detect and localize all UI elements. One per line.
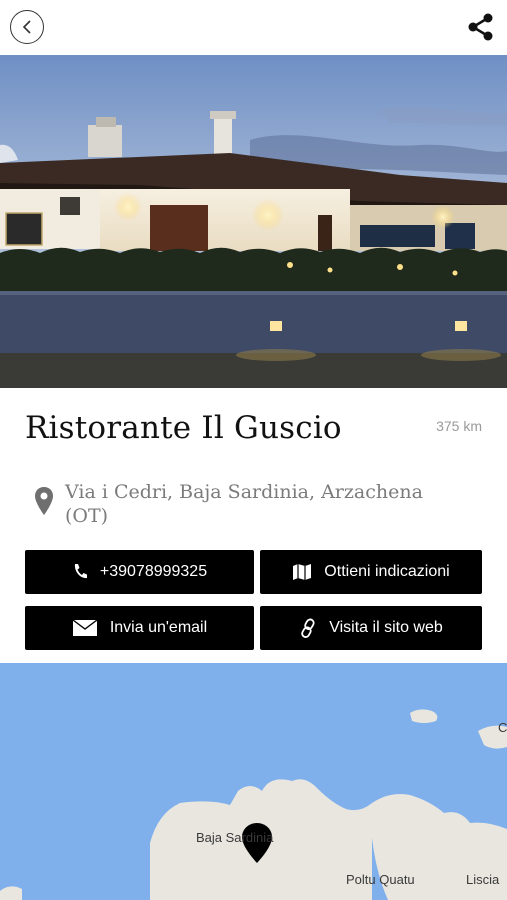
email-button-label: Invia un'email — [109, 619, 208, 636]
share-icon[interactable] — [466, 12, 496, 42]
top-bar — [0, 0, 507, 55]
distance-label: 375 km — [436, 418, 482, 434]
website-button-label: Visita il sito web — [329, 619, 443, 636]
map-icon — [292, 563, 312, 581]
envelope-icon — [72, 619, 98, 637]
map-label-liscia: Liscia — [466, 872, 500, 887]
phone-icon — [72, 563, 88, 581]
email-button[interactable]: Invia un'email — [25, 606, 254, 650]
restaurant-name: Ristorante Il Guscio — [25, 410, 342, 446]
map-label-poltu: Poltu Quatu — [346, 872, 415, 887]
call-button[interactable]: +39078999325 — [25, 550, 254, 594]
call-button-label: +39078999325 — [99, 563, 208, 580]
link-icon — [299, 618, 317, 638]
address-text: Via i Cedri, Baja Sardinia, Arzachena (O… — [65, 481, 423, 527]
map-label-edge: C — [498, 720, 507, 735]
directions-button-label: Ottieni indicazioni — [324, 563, 450, 580]
back-button[interactable] — [10, 10, 44, 44]
directions-button[interactable]: Ottieni indicazioni — [260, 550, 482, 594]
restaurant-photo — [0, 55, 507, 388]
chevron-left-icon — [22, 20, 31, 34]
location-pin-icon — [35, 487, 53, 515]
map-label-baja: Baja Sardinia — [196, 830, 274, 845]
location-map[interactable]: Baja Sardinia Poltu Quatu Liscia C — [0, 663, 507, 900]
website-button[interactable]: Visita il sito web — [260, 606, 482, 650]
